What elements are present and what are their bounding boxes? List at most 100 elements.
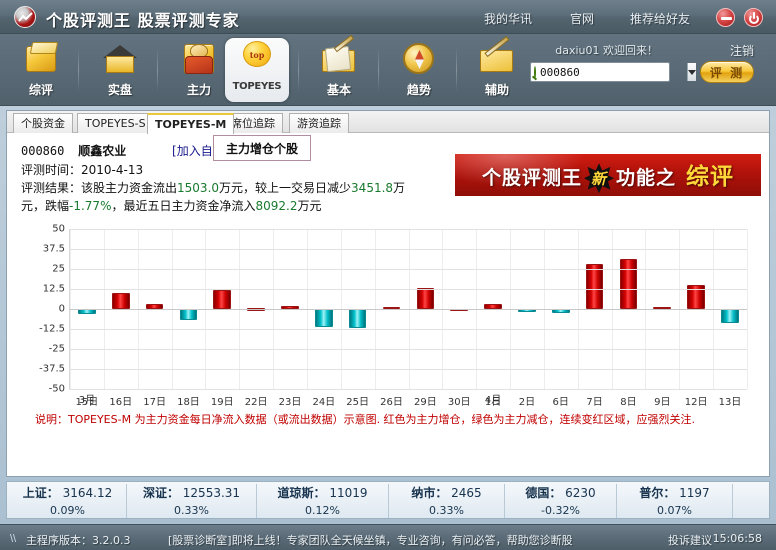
chart-y-tick: 50: [52, 223, 65, 235]
topeyes-ball-text: top: [249, 50, 265, 60]
version-label: 主程序版本：3.2.0.3: [26, 534, 131, 547]
chart-bar[interactable]: [619, 259, 638, 309]
market-index-value: 2465: [447, 486, 482, 500]
toolbar-label-assist: 辅助: [484, 83, 509, 97]
toolbar-label-trend: 趋势: [406, 83, 431, 97]
banner-star-text: 新: [590, 169, 607, 188]
status-badge: 主力增仓个股: [213, 135, 311, 161]
market-index-percent: 0.12%: [305, 504, 340, 517]
chart-bar[interactable]: [348, 309, 367, 329]
eval-time-label: 评测时间：: [21, 163, 82, 177]
toolbar-item-fundamentals[interactable]: 基本: [306, 34, 372, 102]
tab-hotmoney-tracking[interactable]: 游资追踪: [289, 113, 349, 133]
eval-time-value: 2010-4-13: [81, 163, 144, 177]
market-index-item: 道琼斯： 11019 0.12%: [257, 484, 389, 518]
nav-recommend-friend[interactable]: 推荐给好友: [630, 10, 690, 27]
toolbar-item-main-force[interactable]: 主力: [166, 38, 232, 102]
toolbar-label-topeyes: TOPEYES: [232, 81, 282, 92]
marquee-message: [股票诊断室]即将上线！专家团队全天候坐镇，专业咨询，有问必答，帮助您诊断股: [168, 534, 573, 547]
star-badge-icon: 新: [584, 163, 614, 193]
tab-stock-funds[interactable]: 个股资金: [13, 113, 73, 133]
chevron-down-icon[interactable]: [687, 63, 696, 81]
chart-y-tick: -12.5: [39, 323, 65, 335]
nav-official-site[interactable]: 官网: [570, 10, 594, 27]
search-input[interactable]: [536, 65, 687, 79]
result-text-2: 万元，较上一交易日减少: [219, 181, 352, 195]
chart-gridline: [69, 229, 747, 230]
tab-topeyes-m[interactable]: TOPEYES-M: [147, 113, 235, 134]
chart-note: 说明：TOPEYES-M 为主力资金每日净流入数据（或流出数据）示意图. 红色为…: [35, 413, 696, 426]
stock-code: 000860: [21, 144, 65, 158]
nav-my-huaxun[interactable]: 我的华讯: [484, 10, 532, 27]
market-index-item: 普尔： 1197 0.07%: [617, 484, 733, 518]
chart-x-tick: 15日: [75, 397, 99, 408]
chart-line-logo-icon: [14, 6, 36, 28]
market-index-row: 普尔： 1197: [617, 484, 732, 502]
content-panel: 个股资金 TOPEYES-S TOPEYES-M 席位追踪 游资追踪 00086…: [6, 110, 770, 477]
chart-x-tick: 2日: [518, 397, 536, 408]
market-index-name: 普尔：: [639, 486, 676, 500]
chart-bar[interactable]: [585, 264, 604, 309]
power-close-icon[interactable]: [744, 8, 763, 27]
market-index-row: 德国： 6230: [505, 484, 616, 502]
chart-y-tick: 0: [58, 303, 65, 315]
feedback-link[interactable]: 投诉建议: [668, 532, 712, 548]
chart-bar[interactable]: [315, 309, 333, 327]
market-index-name: 纳市：: [411, 486, 448, 500]
gold-box-icon: [19, 40, 63, 80]
market-index-value: 12553.31: [178, 486, 241, 500]
toolbar-item-assist[interactable]: 辅助: [464, 35, 530, 102]
market-index-item: 深证： 12553.31 0.33%: [127, 484, 257, 518]
chart-bar[interactable]: [111, 293, 130, 309]
stock-name: 顺鑫农业: [78, 144, 127, 158]
result-percent: -1.77%: [69, 199, 112, 213]
chart-x-tick: 1日: [484, 397, 502, 408]
market-index-percent: 0.33%: [429, 504, 464, 517]
chart-bar[interactable]: [416, 288, 435, 309]
toolbar-label-overview: 综评: [28, 83, 53, 97]
toolbar-item-trend[interactable]: 趋势: [386, 38, 452, 102]
application-window: 个股评测王 股票评测专家 我的华讯 官网 推荐给好友 综评 实盘 主力 top …: [0, 0, 776, 550]
toolbar-item-topeyes[interactable]: top TOPEYES: [225, 38, 289, 102]
chart-gridline: [69, 389, 747, 390]
toolbar-item-overview[interactable]: 综评: [8, 38, 74, 102]
chart-x-tick: 12日: [684, 397, 708, 408]
result-text-1: 该股主力资金流出: [81, 181, 178, 195]
chart-gridline: [69, 369, 747, 370]
stock-search-box[interactable]: [530, 62, 696, 82]
banner-text-mid: 功能之: [616, 166, 677, 189]
toolbar-item-live-market[interactable]: 实盘: [87, 38, 153, 102]
chart-bar[interactable]: [179, 309, 198, 321]
topeyes-ball-icon: top: [235, 40, 279, 80]
chart-x-tick: 26日: [380, 397, 403, 408]
minimize-icon[interactable]: [716, 8, 735, 27]
market-index-name: 深证：: [142, 486, 179, 500]
clock-label: 15:06:58: [712, 532, 762, 545]
market-index-value: 1197: [675, 486, 710, 500]
chart-bar[interactable]: [213, 289, 232, 309]
chart-gridline: [69, 289, 747, 290]
market-index-percent: -0.32%: [541, 504, 580, 517]
chart-bar[interactable]: [721, 309, 739, 324]
status-bar: \\ 主程序版本：3.2.0.3 [股票诊断室]即将上线！专家团队全天候坐镇，专…: [0, 524, 776, 550]
toolbar-label-live-market: 实盘: [107, 83, 132, 97]
envelope-pen-icon: [317, 34, 361, 80]
chart-x-tick: 18日: [177, 397, 200, 408]
result-text-5: 万元: [297, 199, 322, 213]
chart-x-tick: 9日: [654, 397, 671, 408]
market-index-percent: 0.33%: [174, 504, 209, 517]
evaluate-button[interactable]: 评 测: [700, 61, 754, 83]
search-icon: [534, 65, 536, 79]
result-outflow-value: 1503.0: [177, 181, 220, 195]
chart-gridline: [69, 269, 747, 270]
main-toolbar: 综评 实盘 主力 top TOPEYES 基本 趋势 辅助 daxiu01 欢迎…: [0, 34, 776, 106]
banner-text-end: 综评: [686, 163, 735, 190]
tab-topeyes-s[interactable]: TOPEYES-S: [77, 113, 154, 133]
main-force-flow-chart: 3月 15日 16日 17日 18日 19日 22日 23日 24日 25日 26日 29日 30日 4月…: [23, 224, 753, 408]
logout-link[interactable]: 注销: [730, 42, 754, 59]
market-index-item: 纳市： 2465 0.33%: [389, 484, 505, 518]
market-index-percent: 0.09%: [50, 504, 85, 517]
promo-banner[interactable]: 个股评测王新功能之 综评: [455, 151, 761, 199]
eval-result-row: 评测结果：该股主力资金流出1503.0万元，较上一交易日减少3451.8万元，跌…: [21, 179, 421, 215]
toolbar-label-fundamentals: 基本: [326, 83, 351, 97]
